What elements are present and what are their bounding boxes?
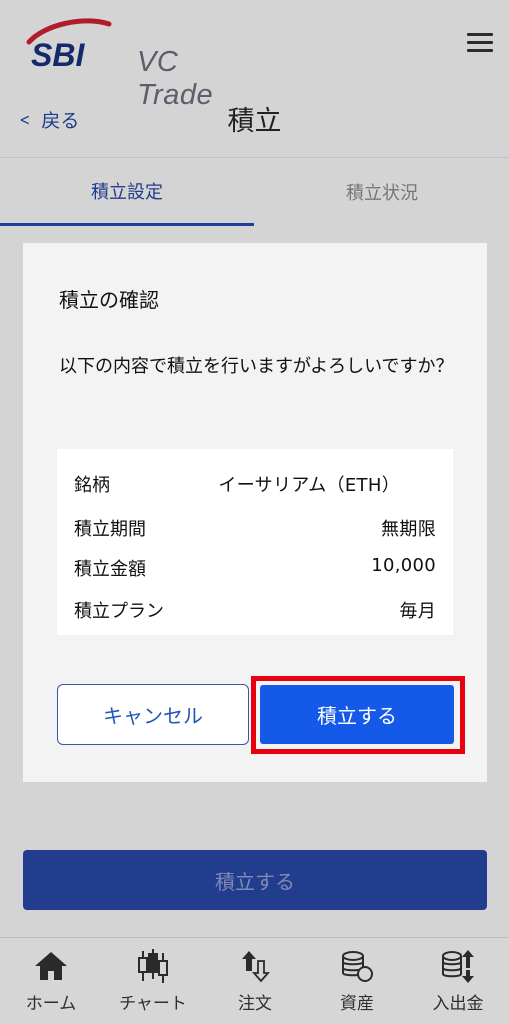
detail-row-amount: 積立金額 10,000 xyxy=(74,555,436,581)
nav-chart-label: チャート xyxy=(119,994,187,1014)
order-arrows-icon xyxy=(235,946,275,986)
candlestick-chart-icon xyxy=(133,946,173,986)
cancel-button[interactable]: キャンセル xyxy=(57,684,249,745)
app-header: SBI VC Trade < 戻る 積立 xyxy=(0,0,509,156)
details-panel: 銘柄 イーサリアム（ETH） 積立期間 無期限 積立金額 10,000 積立プラ… xyxy=(57,449,453,635)
detail-key: 積立金額 xyxy=(74,559,146,580)
page-submit-button[interactable]: 積立する xyxy=(23,850,487,910)
tab-bar: 積立設定 積立状況 xyxy=(0,157,509,226)
tab-accumulation-status[interactable]: 積立状況 xyxy=(255,158,509,226)
detail-key: 銘柄 xyxy=(74,475,110,496)
nav-chart[interactable]: チャート xyxy=(102,946,204,1018)
sbi-logo-icon: SBI xyxy=(26,18,112,73)
detail-row-plan: 積立プラン 毎月 xyxy=(74,597,436,623)
home-icon xyxy=(31,946,71,986)
detail-key: 積立期間 xyxy=(74,519,146,540)
confirmation-dialog: 積立の確認 以下の内容で積立を行いますがよろしいですか？ 銘柄 イーサリアム（E… xyxy=(23,243,487,782)
bottom-navigation: ホーム チャート 注文 資産 入出金 xyxy=(0,937,509,1024)
page-title: 積立 xyxy=(227,106,282,137)
detail-key: 積立プラン xyxy=(74,601,164,622)
nav-deposit-withdraw[interactable]: 入出金 xyxy=(407,946,509,1018)
tab-accumulation-settings[interactable]: 積立設定 xyxy=(0,158,254,226)
nav-deposit-withdraw-label: 入出金 xyxy=(432,994,484,1014)
detail-row-symbol: 銘柄 イーサリアム（ETH） xyxy=(74,471,436,497)
detail-value: 無期限 xyxy=(381,519,436,540)
hamburger-menu-icon[interactable] xyxy=(467,33,493,53)
nav-order[interactable]: 注文 xyxy=(204,946,306,1018)
nav-assets[interactable]: 資産 xyxy=(306,946,408,1018)
nav-home-label: ホーム xyxy=(25,994,77,1014)
detail-value: イーサリアム（ETH） xyxy=(218,475,400,496)
nav-assets-label: 資産 xyxy=(340,994,374,1014)
sbi-vc-trade-logo[interactable]: SBI VC Trade xyxy=(25,18,255,111)
nav-home[interactable]: ホーム xyxy=(0,946,102,1018)
deposit-withdraw-icon xyxy=(438,946,478,986)
nav-order-label: 注文 xyxy=(238,994,272,1014)
dialog-message: 以下の内容で積立を行いますがよろしいですか？ xyxy=(59,356,454,377)
coins-icon xyxy=(337,946,377,986)
detail-value: 10,000 xyxy=(371,555,436,576)
confirm-accumulate-button[interactable]: 積立する xyxy=(260,685,454,744)
detail-value: 毎月 xyxy=(399,601,436,622)
logo-sbi-text: SBI xyxy=(31,37,85,73)
dialog-title: 積立の確認 xyxy=(59,288,159,312)
detail-row-period: 積立期間 無期限 xyxy=(74,515,436,541)
